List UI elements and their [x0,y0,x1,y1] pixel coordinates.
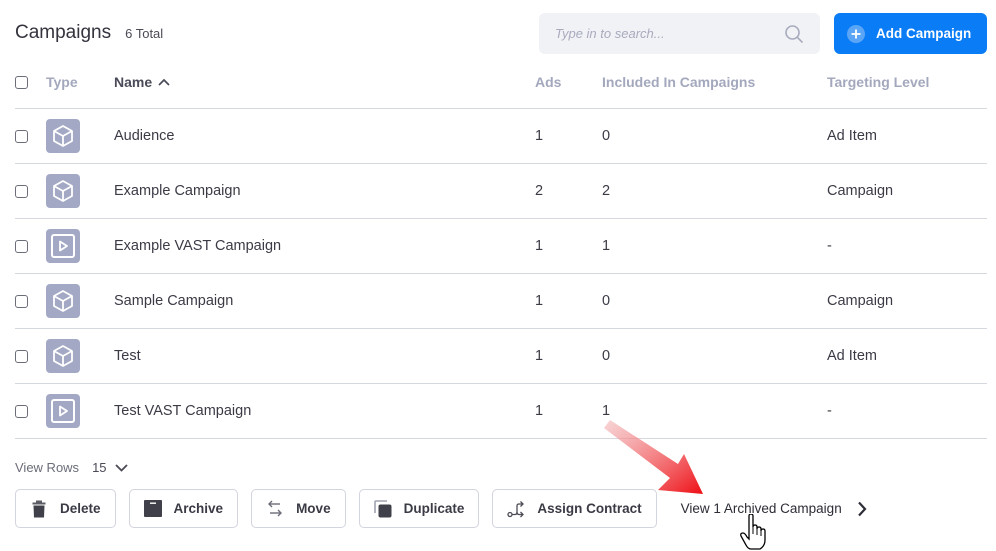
row-checkbox[interactable] [15,129,28,143]
campaign-name[interactable]: Test VAST Campaign [114,403,535,419]
campaign-name[interactable]: Sample Campaign [114,293,535,309]
add-campaign-label: Add Campaign [876,26,972,41]
cube-icon [46,174,80,208]
sort-ascending-icon [158,78,170,86]
campaign-name[interactable]: Audience [114,128,535,144]
page-title: Campaigns [15,22,112,43]
page-header: Campaigns 6 Total [15,22,163,44]
add-campaign-button[interactable]: Add Campaign [834,13,987,54]
row-checkbox[interactable] [15,184,28,198]
view-archived-label: View 1 Archived Campaign [680,501,842,516]
duplicate-icon [373,499,392,518]
included-count: 0 [602,293,611,309]
search-input[interactable] [555,26,784,41]
table-row[interactable]: Test 1 0 Ad Item [15,329,987,384]
table-row[interactable]: Example VAST Campaign 1 1- [15,219,987,274]
table-row[interactable]: Example Campaign 2 2 Campaign [15,164,987,219]
trash-icon [30,500,48,518]
targeting-level: Ad Item [827,128,877,144]
plus-circle-icon [847,24,865,43]
row-checkbox[interactable] [15,239,28,253]
included-count: 0 [602,348,611,364]
video-play-icon [46,394,80,428]
total-count: 6 Total [125,26,164,41]
video-play-icon [46,229,80,263]
included-count: 1 [602,238,611,254]
delete-label: Delete [60,501,101,516]
included-count: 0 [602,128,611,144]
ads-count: 2 [535,183,544,199]
move-arrows-icon [266,500,284,518]
targeting-level: - [827,238,832,254]
column-header-ads[interactable]: Ads [535,74,602,90]
column-header-name[interactable]: Name [114,74,535,90]
column-header-type[interactable]: Type [46,74,114,90]
cube-icon [46,284,80,318]
ads-count: 1 [535,403,544,419]
ads-count: 1 [535,348,544,364]
view-rows-value[interactable]: 15 [92,460,106,475]
targeting-level: Campaign [827,183,894,199]
delete-button[interactable]: Delete [15,489,116,528]
ads-count: 1 [535,238,544,254]
column-header-targeting[interactable]: Targeting Level [827,74,987,90]
search-icon[interactable] [784,24,804,44]
assign-contract-icon [507,500,525,518]
included-count: 2 [602,183,611,199]
targeting-level: Ad Item [827,348,877,364]
table-header: Type Name Ads Included In Campaigns Targ… [15,56,987,109]
duplicate-button[interactable]: Duplicate [358,489,480,528]
row-checkbox[interactable] [15,404,28,418]
included-count: 1 [602,403,611,419]
cube-icon [46,119,80,153]
row-checkbox[interactable] [15,294,28,308]
column-header-included[interactable]: Included In Campaigns [602,74,827,90]
archive-icon [143,500,162,518]
chevron-right-icon [857,501,867,516]
view-archived-link[interactable]: View 1 Archived Campaign [681,501,867,517]
view-rows-label: View Rows [15,460,80,475]
assign-contract-label: Assign Contract [537,501,642,516]
campaign-name[interactable]: Example Campaign [114,183,535,199]
table-row[interactable]: Sample Campaign 1 0 Campaign [15,274,987,329]
targeting-level: Campaign [827,293,894,309]
move-label: Move [296,501,331,516]
duplicate-label: Duplicate [403,501,465,516]
campaign-name[interactable]: Example VAST Campaign [114,238,535,254]
campaign-name[interactable]: Test [114,348,535,364]
search-box[interactable] [539,13,820,54]
bulk-actions-bar: Delete Archive Move Duplicate Assign Con… [15,489,867,528]
archive-label: Archive [173,501,224,516]
select-all-checkbox[interactable] [15,75,28,89]
table-row[interactable]: Test VAST Campaign 1 1- [15,384,987,439]
table-row[interactable]: Audience 1 0 Ad Item [15,109,987,164]
archive-button[interactable]: Archive [128,489,239,528]
ads-count: 1 [535,128,544,144]
column-header-name-label: Name [114,74,153,90]
assign-contract-button[interactable]: Assign Contract [492,489,657,528]
move-button[interactable]: Move [251,489,346,528]
row-checkbox[interactable] [15,349,28,363]
ads-count: 1 [535,293,544,309]
view-rows-control: View Rows 15 [15,460,128,475]
campaigns-table: Type Name Ads Included In Campaigns Targ… [15,56,987,439]
chevron-down-icon[interactable] [114,463,128,472]
cube-icon [46,339,80,373]
targeting-level: - [827,403,832,419]
